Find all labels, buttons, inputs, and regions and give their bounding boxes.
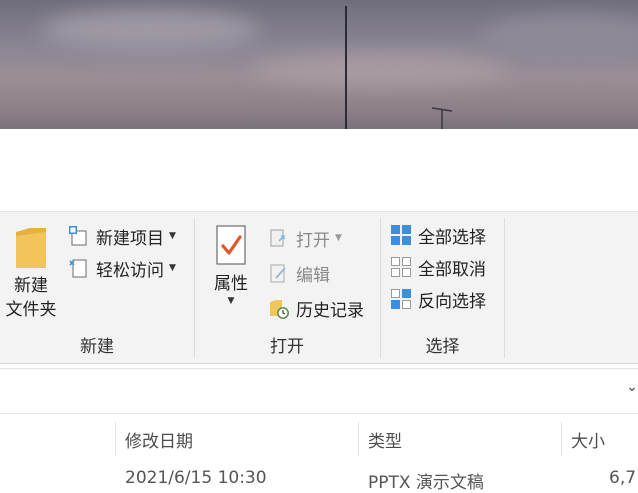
easy-access-label: 轻松访问 [96,260,164,281]
column-header-size[interactable]: 大小 [571,418,605,460]
column-header-type[interactable]: 类型 [368,418,402,460]
invert-selection-label: 反向选择 [418,291,486,312]
edit-label: 编辑 [296,265,330,286]
edit-button[interactable]: 编辑 [268,259,330,287]
open-label: 打开 [296,230,330,251]
open-icon [268,227,290,249]
select-all-button[interactable]: 全部选择 [390,221,486,249]
column-separator[interactable] [358,422,359,456]
window-titlebar-area [0,129,638,211]
dropdown-arrow-icon: ▼ [335,233,342,243]
easy-access-icon [68,257,90,279]
desktop-wallpaper [0,0,638,129]
new-folder-button[interactable]: 新建 文件夹 [0,226,62,322]
ribbon-group-new: 新建 文件夹 新建项目 ▼ 轻松访问 ▼ 新建 [0,212,194,363]
dropdown-arrow-icon: ▼ [227,296,235,306]
folder-icon [16,228,46,268]
table-row[interactable]: 2021/6/15 10:30 PPTX 演示文稿 6,7 [0,462,638,493]
file-type: PPTX 演示文稿 [368,473,484,493]
dropdown-arrow-icon: ▼ [169,263,176,273]
properties-button[interactable]: 属性 ▼ [209,224,253,306]
group-label-select: 选择 [425,337,460,357]
properties-label: 属性 [214,274,248,294]
column-separator[interactable] [115,422,116,456]
file-date: 2021/6/15 10:30 [125,468,267,488]
column-header-size-label: 大小 [571,431,605,452]
select-none-icon [390,256,412,278]
properties-check-icon [216,225,246,265]
easy-access-button[interactable]: 轻松访问 ▼ [68,254,176,282]
invert-selection-button[interactable]: 反向选择 [390,285,486,313]
select-none-button[interactable]: 全部取消 [390,253,486,281]
column-separator[interactable] [561,422,562,456]
file-size: 6,7 [609,468,637,488]
group-label-new: 新建 [80,337,114,357]
select-none-label: 全部取消 [418,259,486,280]
history-button[interactable]: 历史记录 [268,294,364,322]
antenna-mast [345,6,347,129]
new-item-label: 新建项目 [96,228,164,249]
group-separator [504,218,505,358]
column-header-type-label: 类型 [368,431,402,452]
ribbon-home: 新建 文件夹 新建项目 ▼ 轻松访问 ▼ 新建 属性 ▼ 打开 ▼ 编辑 历史记… [0,211,638,364]
new-folder-label: 新建 文件夹 [5,276,57,320]
address-bar[interactable]: ⌄ [0,368,638,414]
history-label: 历史记录 [296,300,364,321]
wind-turbine-icon [431,107,453,129]
ribbon-group-open: 属性 ▼ 打开 ▼ 编辑 历史记录 打开 [195,212,379,363]
chevron-down-icon[interactable]: ⌄ [626,379,638,395]
ribbon-group-select: 全部选择 全部取消 反向选择 选择 [381,212,504,363]
select-all-label: 全部选择 [418,227,486,248]
open-button[interactable]: 打开 ▼ [268,224,342,252]
edit-icon [268,262,290,284]
new-item-icon [68,225,90,247]
file-list-header: 修改日期 类型 大小 [0,418,638,460]
column-header-date[interactable]: 修改日期 [125,418,193,460]
group-label-open: 打开 [270,337,304,357]
history-icon [268,297,290,319]
column-header-date-label: 修改日期 [125,431,193,452]
invert-selection-icon [390,288,412,310]
new-item-button[interactable]: 新建项目 ▼ [68,222,176,250]
dropdown-arrow-icon: ▼ [169,231,176,241]
select-all-icon [390,224,412,246]
